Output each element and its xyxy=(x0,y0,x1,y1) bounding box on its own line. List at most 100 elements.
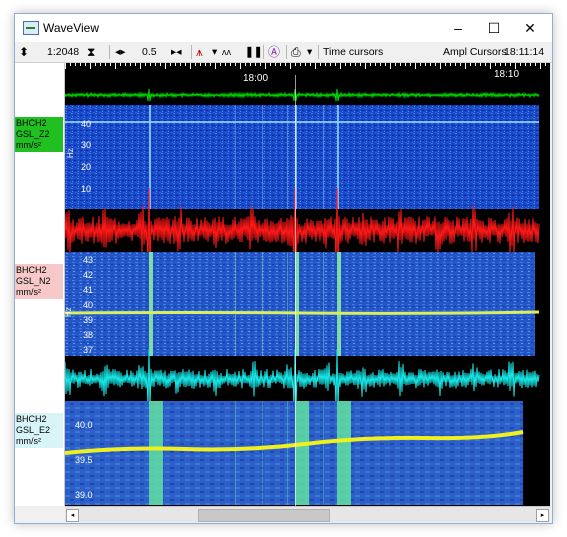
app-icon xyxy=(23,21,39,35)
ruler-tick xyxy=(540,63,541,69)
ruler-tick xyxy=(245,63,246,66)
ruler-tick xyxy=(435,63,436,66)
ruler-tick xyxy=(440,63,441,69)
channel-unit: mm/s² xyxy=(16,436,41,446)
event-line xyxy=(287,401,288,505)
freq-tick: 38 xyxy=(83,330,93,340)
time-cursor-line[interactable] xyxy=(295,75,296,506)
ruler-tick xyxy=(340,63,341,69)
ruler-tick xyxy=(365,63,366,69)
ruler-tick xyxy=(145,63,146,66)
hourglass-icon[interactable]: ⧗ xyxy=(87,45,95,59)
plot-canvas[interactable]: 18:00 18:10 Hz 40 30 20 10 Hz 43 42 41 4… xyxy=(65,63,550,506)
plot-area[interactable]: 18:00 18:10 Hz 40 30 20 10 Hz 43 42 41 4… xyxy=(65,63,550,506)
maximize-button[interactable]: ☐ xyxy=(476,14,512,42)
print-dropdown-arrow[interactable]: ▾ xyxy=(307,45,312,59)
freq-tick: 41 xyxy=(83,285,93,295)
ruler-tick xyxy=(370,63,371,66)
freq-tick: 40.0 xyxy=(75,420,93,430)
ruler-tick xyxy=(105,63,106,66)
toolbar-separator xyxy=(318,45,319,59)
event-line xyxy=(235,105,236,209)
filter-icon[interactable]: ⩚ xyxy=(196,45,203,59)
freq-tick: 39.0 xyxy=(75,490,93,500)
vertical-zoom-icon[interactable]: ⬍ xyxy=(19,45,29,59)
scroll-left-icon[interactable]: ◂ xyxy=(66,509,79,522)
channel-unit: mm/s² xyxy=(16,287,41,297)
channel-name: BHCH2 xyxy=(16,265,47,275)
ruler-tick xyxy=(90,63,91,69)
ruler-tick xyxy=(480,63,481,66)
ruler-tick xyxy=(450,63,451,66)
ruler-tick xyxy=(200,63,201,66)
ruler-tick xyxy=(390,63,391,69)
ruler-tick xyxy=(395,63,396,66)
spectral-line-z2 xyxy=(65,121,539,123)
horizontal-shrink-icon[interactable]: ▸◂ xyxy=(171,45,182,59)
ruler-tick xyxy=(110,63,111,66)
pause-icon[interactable]: ❚❚ xyxy=(245,45,263,59)
channel-name: BHCH2 xyxy=(16,118,47,128)
ruler-tick xyxy=(475,63,476,66)
event-line xyxy=(323,252,324,356)
ruler-tick xyxy=(305,63,306,66)
freq-tick: 42 xyxy=(83,270,93,280)
ruler-tick xyxy=(230,63,231,66)
ruler-tick xyxy=(250,63,251,66)
channel-label-n2[interactable]: BHCH2 GSL_N2 mm/s² xyxy=(15,264,63,299)
close-button[interactable]: ✕ xyxy=(512,14,548,42)
toolbar-separator xyxy=(286,45,287,59)
ruler-tick xyxy=(405,63,406,66)
scroll-right-icon[interactable]: ▸ xyxy=(536,509,549,522)
ruler-tick xyxy=(155,63,156,66)
freq-tick: 30 xyxy=(81,140,91,150)
minimize-button[interactable]: – xyxy=(440,14,476,42)
ruler-tick xyxy=(530,63,531,66)
ruler-tick xyxy=(415,63,416,69)
time-cursors-button[interactable]: Time cursors xyxy=(323,45,383,59)
ruler-tick xyxy=(500,63,501,66)
horizontal-scrollbar[interactable]: ◂ ▸ xyxy=(65,506,550,522)
ruler-tick xyxy=(160,63,161,66)
ruler-tick xyxy=(240,63,241,69)
channel-label-z2[interactable]: BHCH2 GSL_Z2 mm/s² xyxy=(15,117,63,152)
ruler-tick xyxy=(125,63,126,66)
waveform-icon[interactable]: ʌʌ xyxy=(222,45,231,59)
ruler-tick xyxy=(170,63,171,66)
print-icon[interactable]: ⎙ xyxy=(291,45,301,59)
spectrogram-icon[interactable]: Ⓐ xyxy=(268,45,280,59)
ampl-cursors-button[interactable]: Ampl Cursors xyxy=(443,45,507,59)
ruler-tick xyxy=(260,63,261,66)
event-line xyxy=(262,401,263,505)
ruler-tick xyxy=(330,63,331,66)
ruler-tick xyxy=(535,63,536,66)
channel-unit: mm/s² xyxy=(16,140,41,150)
freq-tick: 40 xyxy=(81,119,91,129)
filter-dropdown-arrow[interactable]: ▾ xyxy=(212,45,217,59)
ruler-tick xyxy=(130,63,131,66)
ruler-tick xyxy=(100,63,101,66)
toolbar-separator xyxy=(109,45,110,59)
ruler-tick xyxy=(295,63,296,66)
ruler-tick xyxy=(215,63,216,69)
title-bar: WaveView – ☐ ✕ xyxy=(15,14,552,42)
ruler-tick xyxy=(285,63,286,66)
ruler-tick xyxy=(210,63,211,66)
window-title: WaveView xyxy=(43,21,100,35)
ruler-tick xyxy=(490,63,491,69)
ruler-tick xyxy=(300,63,301,66)
toolbar: ⬍ 1:2048 ⧗ ◂▸ 0.5 ▸◂ ⩚ ▾ ʌʌ ❚❚ Ⓐ ⎙ ▾ Tim… xyxy=(15,42,552,63)
time-label-18-10: 18:10 xyxy=(494,69,519,80)
scroll-thumb[interactable] xyxy=(198,509,330,522)
ruler-tick xyxy=(485,63,486,66)
horizontal-spread-icon[interactable]: ◂▸ xyxy=(115,45,126,59)
zoom-value: 1:2048 xyxy=(47,46,80,58)
freq-tick: 37 xyxy=(83,345,93,355)
ruler-tick xyxy=(325,63,326,66)
channel-label-e2[interactable]: BHCH2 GSL_E2 mm/s² xyxy=(15,413,63,448)
station-name: GSL_Z2 xyxy=(16,129,50,139)
toolbar-separator xyxy=(191,45,192,59)
time-label-18-00: 18:00 xyxy=(243,73,268,84)
ruler-tick xyxy=(85,63,86,66)
spectral-line-n2 xyxy=(65,310,540,315)
